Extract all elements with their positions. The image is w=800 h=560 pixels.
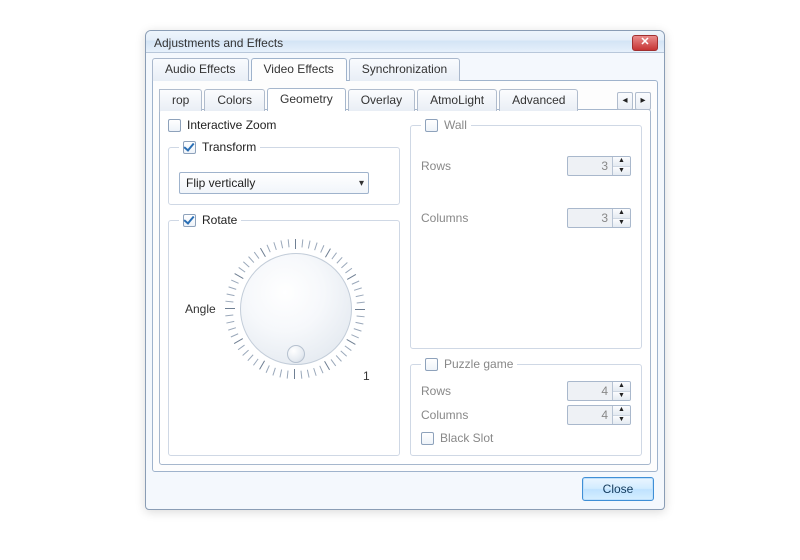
wall-cols-input[interactable]	[568, 209, 612, 227]
dial-tick-label: 1	[363, 369, 370, 383]
puzzle-rows-spinner[interactable]: ▲▼	[567, 381, 631, 401]
puzzle-cols-spinner[interactable]: ▲▼	[567, 405, 631, 425]
subtab-geometry[interactable]: Geometry	[267, 88, 346, 111]
geometry-panel: Interactive Zoom Transform	[159, 109, 651, 465]
wall-cols-spinner[interactable]: ▲▼	[567, 208, 631, 228]
spin-down-icon[interactable]: ▼	[613, 416, 630, 425]
wall-rows-spinner[interactable]: ▲▼	[567, 156, 631, 176]
spin-up-icon[interactable]: ▲	[613, 382, 630, 392]
rotate-checkbox[interactable]: Rotate	[183, 213, 237, 227]
spin-up-icon[interactable]: ▲	[613, 406, 630, 416]
transform-checkbox[interactable]: Transform	[183, 140, 256, 154]
puzzle-cols-label: Columns	[421, 408, 468, 422]
checkbox-box-icon	[421, 432, 434, 445]
checkbox-box-icon	[168, 119, 181, 132]
wall-rows-input[interactable]	[568, 157, 612, 175]
checkbox-box-icon	[183, 214, 196, 227]
transform-combo[interactable]: Flip vertically ▾	[179, 172, 369, 194]
interactive-zoom-checkbox[interactable]: Interactive Zoom	[168, 118, 400, 132]
subtab-colors[interactable]: Colors	[204, 89, 265, 111]
angle-label: Angle	[185, 302, 216, 316]
top-tab-row: Audio Effects Video Effects Synchronizat…	[152, 57, 658, 80]
transform-group: Transform Flip vertically ▾	[168, 140, 400, 205]
wall-rows-label: Rows	[421, 159, 451, 173]
checkbox-box-icon	[425, 119, 438, 132]
chevron-down-icon: ▾	[359, 178, 364, 189]
black-slot-checkbox[interactable]: Black Slot	[421, 431, 631, 445]
spin-down-icon[interactable]: ▼	[613, 219, 630, 228]
subtab-crop[interactable]: rop	[159, 89, 202, 111]
titlebar[interactable]: Adjustments and Effects ✕	[146, 31, 664, 53]
tab-synchronization[interactable]: Synchronization	[349, 58, 460, 81]
checkbox-box-icon	[183, 141, 196, 154]
subtab-scroll-left[interactable]: ◂	[617, 92, 633, 110]
sub-tab-row: rop Colors Geometry Overlay AtmoLight Ad…	[159, 87, 651, 110]
wall-group: Wall Rows ▲▼	[410, 118, 642, 349]
checkbox-box-icon	[425, 358, 438, 371]
puzzle-group: Puzzle game Rows ▲▼	[410, 357, 642, 456]
close-icon[interactable]: ✕	[632, 35, 658, 51]
dial-knob[interactable]	[287, 345, 305, 363]
tab-video-effects[interactable]: Video Effects	[251, 58, 347, 81]
puzzle-cols-input[interactable]	[568, 406, 612, 424]
rotate-group: Rotate Angle 1	[168, 213, 400, 456]
video-effects-panel: rop Colors Geometry Overlay AtmoLight Ad…	[152, 80, 658, 472]
window-title: Adjustments and Effects	[154, 36, 632, 50]
transform-combo-value: Flip vertically	[186, 176, 255, 190]
spin-down-icon[interactable]: ▼	[613, 392, 630, 401]
subtab-atmolight[interactable]: AtmoLight	[417, 89, 497, 111]
rotate-dial[interactable]: 1	[226, 239, 366, 379]
subtab-advanced[interactable]: Advanced	[499, 89, 578, 111]
puzzle-rows-input[interactable]	[568, 382, 612, 400]
subtab-scroll-right[interactable]: ▸	[635, 92, 651, 110]
close-button[interactable]: Close	[582, 477, 654, 501]
wall-cols-label: Columns	[421, 211, 468, 225]
adjustments-window: Adjustments and Effects ✕ Audio Effects …	[145, 30, 665, 510]
subtab-overlay[interactable]: Overlay	[348, 89, 415, 111]
puzzle-rows-label: Rows	[421, 384, 451, 398]
spin-up-icon[interactable]: ▲	[613, 209, 630, 219]
tab-audio-effects[interactable]: Audio Effects	[152, 58, 249, 81]
puzzle-checkbox[interactable]: Puzzle game	[425, 357, 513, 371]
wall-checkbox[interactable]: Wall	[425, 118, 467, 132]
spin-up-icon[interactable]: ▲	[613, 157, 630, 167]
spin-down-icon[interactable]: ▼	[613, 167, 630, 176]
